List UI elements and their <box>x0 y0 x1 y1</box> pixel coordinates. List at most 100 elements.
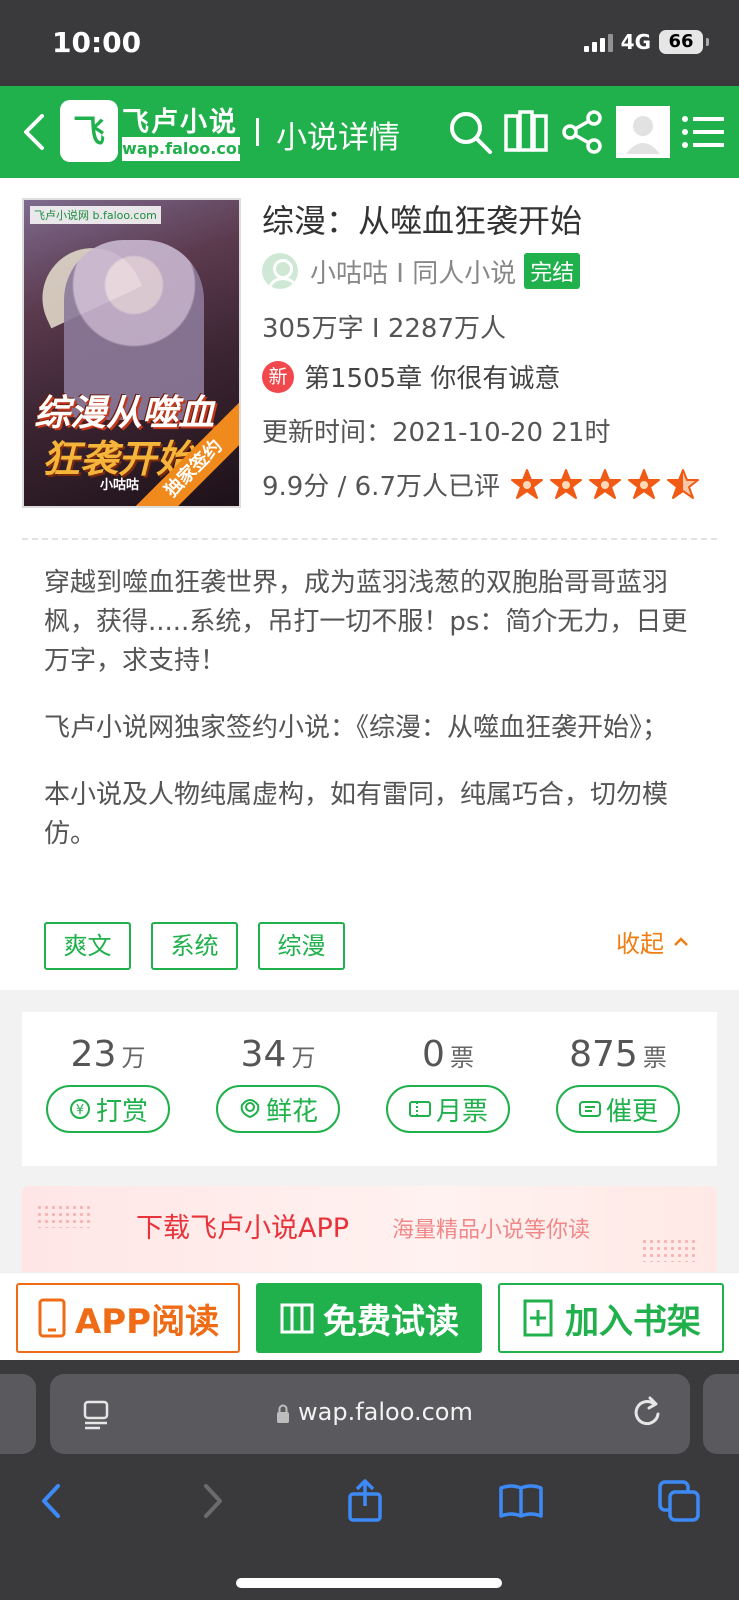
new-badge: 新 <box>262 360 294 393</box>
reward-label: 打赏 <box>95 1096 148 1127</box>
previous-tab[interactable] <box>0 1374 36 1454</box>
share-sheet-icon[interactable] <box>342 1478 388 1524</box>
author-row[interactable]: 小咕咕 I 同人小说 完结 <box>262 252 581 290</box>
star-icon <box>511 468 543 499</box>
logo-domain: wap.faloo.com <box>122 137 254 161</box>
support-unit: 票 <box>450 1044 474 1072</box>
lock-icon <box>277 1404 289 1423</box>
coin-icon: ¥ <box>69 1099 90 1119</box>
book-cover[interactable]: 飞卢小说网 b.faloo.com 综漫从噬血 狂袭开始 小咕咕 独家签约 <box>22 198 241 508</box>
battery-level: 66 <box>668 31 694 52</box>
banner-decoration <box>36 1204 92 1228</box>
support-panel: 23 万 ¥ 打赏 34 万 鲜花 0 票 月票 875 票 催更 <box>22 1012 717 1166</box>
monthly-ticket-label: 月票 <box>435 1096 488 1127</box>
latest-chapter-title: 第1505章 你很有诚意 <box>304 364 561 394</box>
support-value: 0 <box>422 1034 445 1075</box>
rating-row: 9.9分 / 6.7万人已评 <box>262 466 705 503</box>
support-item-reward: 23 万 ¥ 打赏 <box>46 1034 170 1133</box>
signal-icon <box>583 32 613 52</box>
cover-site-tag: 飞卢小说网 b.faloo.com <box>30 206 161 224</box>
url-text: wap.faloo.com <box>298 1398 473 1426</box>
next-tab[interactable] <box>703 1374 739 1454</box>
latest-chapter-link[interactable]: 新 第1505章 你很有诚意 <box>262 358 560 395</box>
home-indicator[interactable] <box>236 1578 502 1588</box>
menu-icon[interactable] <box>680 108 728 156</box>
tag-list: 爽文 系统 综漫 <box>44 922 345 970</box>
rating-stars <box>510 468 705 502</box>
share-icon[interactable] <box>558 108 606 156</box>
chevron-up-icon <box>674 936 688 946</box>
star-icon <box>589 468 621 499</box>
star-icon <box>667 468 699 499</box>
add-book-icon <box>523 1299 553 1337</box>
flower-button[interactable]: 鲜花 <box>216 1085 340 1133</box>
author-category: 小咕咕 I 同人小说 <box>310 258 517 289</box>
flower-label: 鲜花 <box>265 1096 318 1127</box>
reader-mode-icon[interactable] <box>80 1398 112 1430</box>
search-icon[interactable] <box>446 108 494 156</box>
svg-text:¥: ¥ <box>76 1103 84 1118</box>
bookmarks-icon[interactable] <box>498 1478 544 1524</box>
support-unit: 万 <box>291 1044 316 1072</box>
book-description: 穿越到噬血狂袭世界，成为蓝羽浅葱的双胞胎哥哥蓝羽枫，获得.....系统，吊打一切… <box>44 564 698 882</box>
support-item-flower: 34 万 鲜花 <box>216 1034 340 1133</box>
banner-decoration <box>641 1238 697 1262</box>
support-item-monthly-ticket: 0 票 月票 <box>386 1034 510 1133</box>
app-read-button[interactable]: APP阅读 <box>16 1283 240 1353</box>
free-read-button[interactable]: 免费试读 <box>256 1283 482 1353</box>
address-bar[interactable]: wap.faloo.com <box>50 1374 690 1454</box>
urge-label: 催更 <box>605 1096 658 1127</box>
description-paragraph: 飞卢小说网独家签约小说：《综漫：从噬血狂袭开始》； <box>44 713 669 743</box>
header-separator <box>256 118 259 146</box>
word-reader-count: 305万字 I 2287万人 <box>262 314 506 344</box>
app-download-banner[interactable]: 下载飞卢小说APP 海量精品小说等你读 <box>22 1186 717 1276</box>
status-badge: 完结 <box>524 253 581 289</box>
add-shelf-label: 加入书架 <box>565 1301 701 1342</box>
divider <box>22 538 717 540</box>
ticket-icon <box>408 1101 431 1117</box>
support-unit: 票 <box>642 1044 667 1072</box>
logo-badge: 飞 <box>60 100 118 162</box>
add-shelf-button[interactable]: 加入书架 <box>498 1283 724 1353</box>
action-bar: APP阅读 免费试读 加入书架 <box>0 1272 739 1360</box>
tag-item[interactable]: 爽文 <box>44 922 131 970</box>
book-icon <box>280 1303 314 1334</box>
urge-update-button[interactable]: 催更 <box>556 1085 680 1133</box>
reward-button[interactable]: ¥ 打赏 <box>46 1085 170 1133</box>
app-read-label: APP阅读 <box>74 1301 220 1342</box>
tag-item[interactable]: 系统 <box>151 922 238 970</box>
flower-icon <box>240 1099 260 1119</box>
tabs-icon[interactable] <box>656 1478 702 1524</box>
bookshelf-icon[interactable] <box>502 108 550 156</box>
description-paragraph: 穿越到噬血狂袭世界，成为蓝羽浅葱的双胞胎哥哥蓝羽枫，获得.....系统，吊打一切… <box>44 568 688 676</box>
cover-author: 小咕咕 <box>100 478 140 493</box>
battery-icon: 66 <box>659 30 709 54</box>
status-bar: 10:00 4G 66 <box>0 0 739 86</box>
description-paragraph: 本小说及人物纯属虚构，如有雷同，纯属巧合，切勿模仿。 <box>44 780 669 849</box>
collapse-button[interactable]: 收起 <box>616 924 692 959</box>
star-icon <box>628 468 660 499</box>
monthly-ticket-button[interactable]: 月票 <box>386 1085 510 1133</box>
tag-item[interactable]: 综漫 <box>258 922 345 970</box>
rating-text: 9.9分 / 6.7万人已评 <box>262 472 500 502</box>
book-info: 飞卢小说网 b.faloo.com 综漫从噬血 狂袭开始 小咕咕 独家签约 综漫… <box>0 178 739 990</box>
site-logo[interactable]: 飞 飞卢小说 wap.faloo.com <box>60 100 254 162</box>
back-arrow-icon[interactable] <box>16 110 56 154</box>
phone-icon <box>38 1298 66 1338</box>
reload-icon[interactable] <box>630 1394 666 1432</box>
banner-title: 下载飞卢小说APP <box>136 1213 350 1244</box>
support-value: 875 <box>569 1034 638 1075</box>
status-time: 10:00 <box>52 26 142 59</box>
free-read-label: 免费试读 <box>323 1301 459 1342</box>
app-header: 飞 飞卢小说 wap.faloo.com 小说详情 <box>0 86 739 178</box>
support-item-urge: 875 票 催更 <box>556 1034 680 1133</box>
author-user-icon <box>262 253 298 289</box>
update-time: 更新时间：2021-10-20 21时 <box>262 418 611 448</box>
collapse-label: 收起 <box>616 930 664 958</box>
browser-back-icon[interactable] <box>30 1478 76 1524</box>
user-avatar-icon[interactable] <box>616 106 670 158</box>
page-title: 小说详情 <box>276 120 400 156</box>
network-type: 4G <box>620 30 651 54</box>
browser-chrome: wap.faloo.com <box>0 1360 739 1600</box>
browser-forward-icon[interactable] <box>188 1478 234 1524</box>
